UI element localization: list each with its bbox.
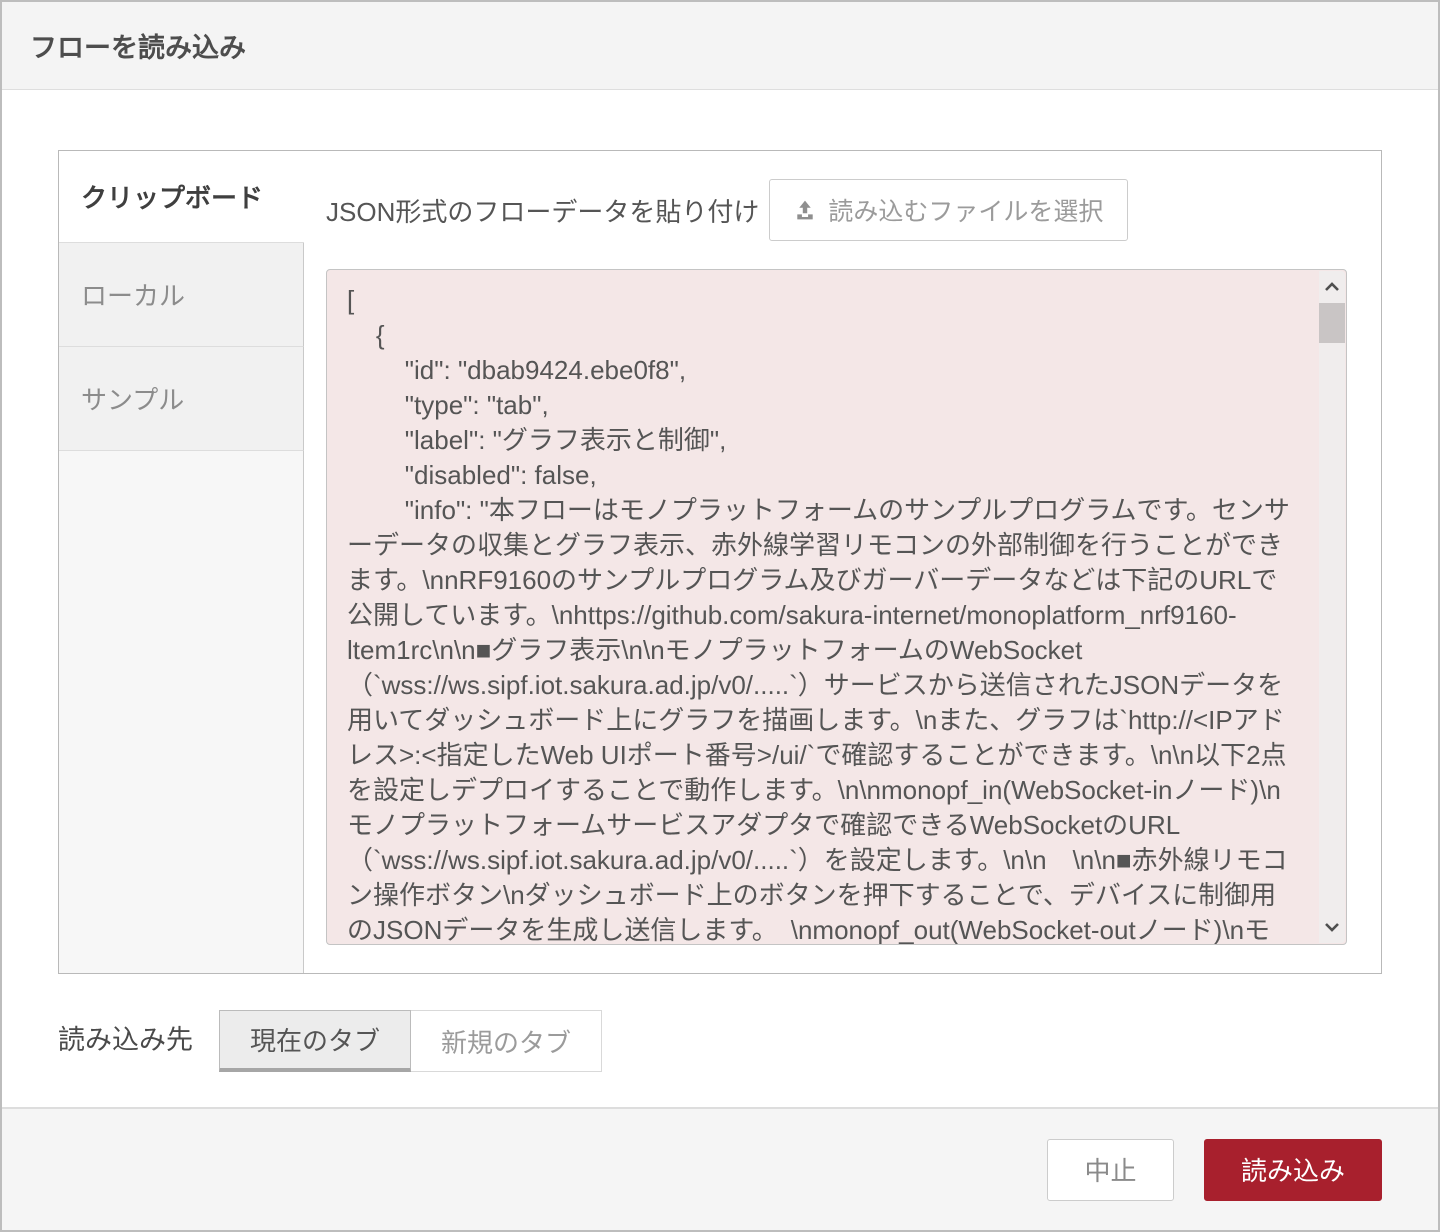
scrollbar-up-icon[interactable]	[1319, 271, 1345, 303]
dialog-footer: 中止 読み込み	[2, 1107, 1438, 1230]
select-file-button[interactable]: 読み込むファイルを選択	[769, 179, 1128, 241]
dialog-title: フローを読み込み	[30, 26, 246, 65]
paste-row: JSON形式のフローデータを貼り付け 読み込むファイルを選択	[326, 179, 1347, 241]
tab-clipboard-label: クリップボード	[81, 178, 263, 215]
tab-examples[interactable]: サンプル	[59, 347, 304, 451]
paste-instruction-label: JSON形式のフローデータを貼り付け	[326, 192, 759, 229]
tab-local[interactable]: ローカル	[59, 243, 304, 347]
clipboard-pane: JSON形式のフローデータを貼り付け 読み込むファイルを選択 [ {	[304, 151, 1381, 973]
scrollbar-down-icon[interactable]	[1319, 911, 1345, 943]
target-new-tab-button[interactable]: 新規のタブ	[411, 1010, 602, 1072]
import-source-box: クリップボード ローカル サンプル JSON形式のフローデータを貼り付け	[58, 150, 1382, 974]
cancel-button[interactable]: 中止	[1047, 1139, 1174, 1201]
import-button[interactable]: 読み込み	[1204, 1139, 1382, 1201]
import-flow-dialog: フローを読み込み クリップボード ローカル サンプル JSON形式のフローデータ…	[0, 0, 1440, 1232]
tab-clipboard[interactable]: クリップボード	[59, 151, 304, 243]
tab-examples-label: サンプル	[81, 380, 184, 417]
dialog-header: フローを読み込み	[2, 2, 1438, 90]
flow-json-content: [ { "id": "dbab9424.ebe0f8", "type": "ta…	[327, 270, 1346, 944]
target-current-tab-button[interactable]: 現在のタブ	[219, 1010, 411, 1072]
tab-column-filler	[59, 451, 304, 973]
scrollbar-thumb[interactable]	[1319, 303, 1345, 343]
tab-local-label: ローカル	[81, 276, 185, 313]
flow-json-textarea[interactable]: [ { "id": "dbab9424.ebe0f8", "type": "ta…	[326, 269, 1347, 945]
dialog-body: クリップボード ローカル サンプル JSON形式のフローデータを貼り付け	[2, 90, 1438, 1107]
import-source-tabs: クリップボード ローカル サンプル	[59, 151, 304, 973]
import-target-row: 読み込み先 現在のタブ 新規のタブ	[58, 1010, 1382, 1072]
textarea-scrollbar[interactable]	[1319, 271, 1345, 943]
select-file-button-label: 読み込むファイルを選択	[828, 192, 1103, 228]
import-target-button-group: 現在のタブ 新規のタブ	[219, 1010, 602, 1072]
upload-icon	[794, 199, 816, 221]
import-target-label: 読み込み先	[58, 1010, 193, 1070]
